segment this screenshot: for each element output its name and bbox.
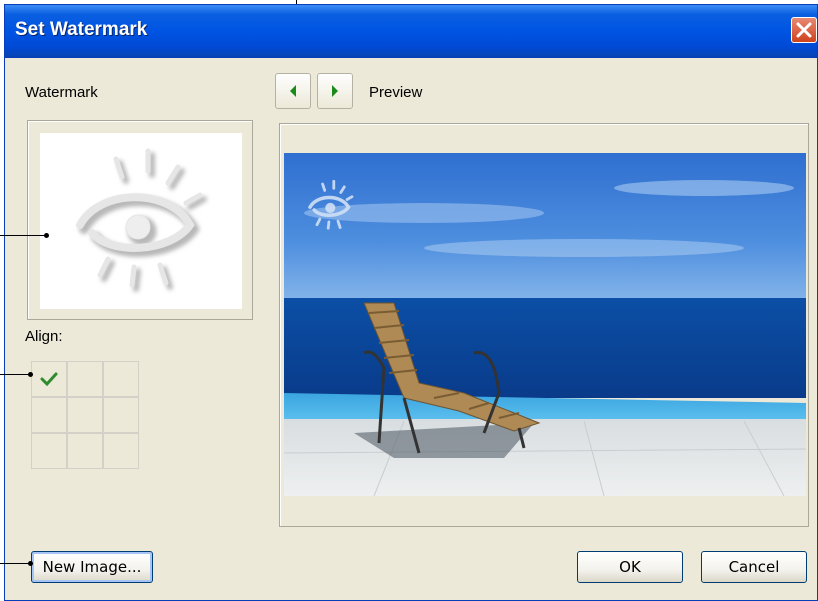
preview-frame — [279, 123, 809, 527]
watermark-thumbnail-frame — [27, 120, 253, 320]
align-cell-bottom-center[interactable] — [67, 433, 103, 469]
previous-button[interactable] — [275, 73, 311, 109]
align-cell-bottom-right[interactable] — [103, 433, 139, 469]
set-watermark-dialog: Set Watermark Watermark Align: Preview N… — [4, 4, 818, 601]
dialog-title: Set Watermark — [15, 19, 148, 40]
eye-sun-icon — [76, 148, 207, 292]
align-label: Align: — [25, 328, 63, 345]
align-cell-middle-right[interactable] — [103, 397, 139, 433]
align-cell-top-left[interactable] — [31, 361, 67, 397]
watermark-thumbnail — [40, 133, 242, 309]
align-cell-middle-center[interactable] — [67, 397, 103, 433]
align-cell-middle-left[interactable] — [31, 397, 67, 433]
watermark-label: Watermark — [25, 84, 98, 101]
align-cell-top-right[interactable] — [103, 361, 139, 397]
align-grid — [31, 361, 139, 469]
cancel-button[interactable]: Cancel — [701, 551, 807, 583]
arrow-right-icon — [332, 85, 338, 97]
close-icon — [796, 22, 812, 38]
title-bar: Set Watermark — [5, 5, 817, 58]
next-button[interactable] — [317, 73, 353, 109]
callout-dot-thumbnail — [44, 233, 49, 238]
arrow-left-icon — [290, 85, 296, 97]
close-button[interactable] — [791, 17, 817, 43]
align-cell-bottom-left[interactable] — [31, 433, 67, 469]
callout-line-thumbnail — [0, 235, 48, 236]
check-icon — [40, 372, 58, 386]
callout-dot-align — [28, 372, 33, 377]
beach-chair-photo — [284, 153, 806, 496]
preview-label: Preview — [369, 84, 423, 101]
preview-image — [284, 153, 806, 496]
new-image-button[interactable]: New Image... — [31, 551, 153, 583]
callout-dot-new-image — [28, 561, 33, 566]
align-cell-top-center[interactable] — [67, 361, 103, 397]
ok-button[interactable]: OK — [577, 551, 683, 583]
